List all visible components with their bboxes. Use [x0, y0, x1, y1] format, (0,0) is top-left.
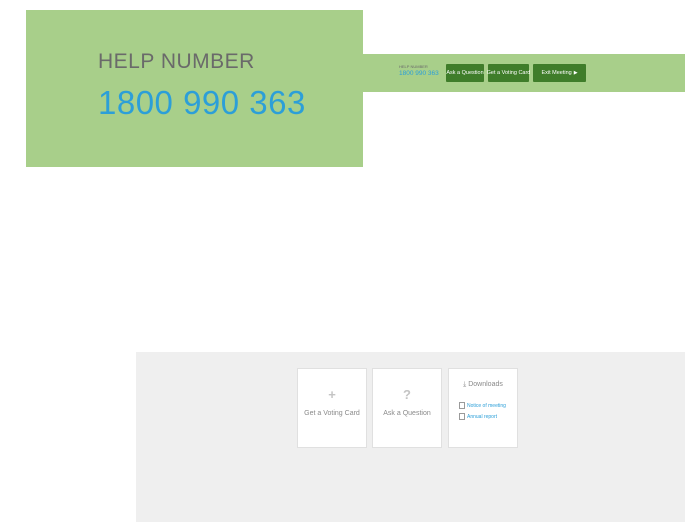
voting-card-tile[interactable]: + Get a Voting Card — [297, 368, 367, 448]
ask-question-tile[interactable]: ? Ask a Question — [372, 368, 442, 448]
ask-question-button-label: Ask a Question — [446, 70, 484, 76]
question-icon: ? — [403, 387, 411, 402]
voting-card-label: Get a Voting Card — [304, 410, 360, 417]
help-number-zoom-panel: HELP NUMBER 1800 990 363 — [26, 10, 363, 167]
file-icon — [459, 402, 465, 409]
get-voting-card-button[interactable]: Get a Voting Card — [486, 64, 531, 82]
download-link-notice-label: Notice of meeting — [467, 402, 506, 409]
file-icon — [459, 413, 465, 420]
download-link-annual-report-label: Annual report — [467, 413, 498, 420]
ask-question-label: Ask a Question — [383, 410, 431, 417]
downloads-heading: ⤓ Downloads — [449, 381, 517, 389]
help-number-label: HELP NUMBER — [98, 50, 255, 73]
download-link-notice[interactable]: Notice of meeting — [459, 402, 506, 409]
mini-help-number: HELP NUMBER 1800 990 363 — [399, 64, 439, 78]
actions-panel: + Get a Voting Card ? Ask a Question ⤓ Do… — [136, 352, 685, 522]
get-voting-card-button-label: Get a Voting Card — [486, 70, 531, 76]
downloads-tile: ⤓ Downloads Notice of meeting Annual repo… — [448, 368, 518, 448]
download-link-annual-report[interactable]: Annual report — [459, 413, 497, 420]
download-icon: ⤓ — [463, 381, 467, 388]
top-bar: HELP NUMBER 1800 990 363 Ask a Question … — [363, 54, 685, 92]
help-number-value[interactable]: 1800 990 363 — [98, 84, 306, 122]
exit-meeting-button[interactable]: Exit Meeting ▶ — [533, 64, 586, 82]
mini-help-value[interactable]: 1800 990 363 — [399, 69, 439, 78]
plus-icon: + — [328, 387, 336, 402]
exit-meeting-button-label: Exit Meeting — [541, 70, 572, 76]
arrow-right-icon: ▶ — [573, 70, 578, 76]
downloads-title: Downloads — [468, 381, 503, 388]
ask-question-button[interactable]: Ask a Question — [446, 64, 484, 82]
